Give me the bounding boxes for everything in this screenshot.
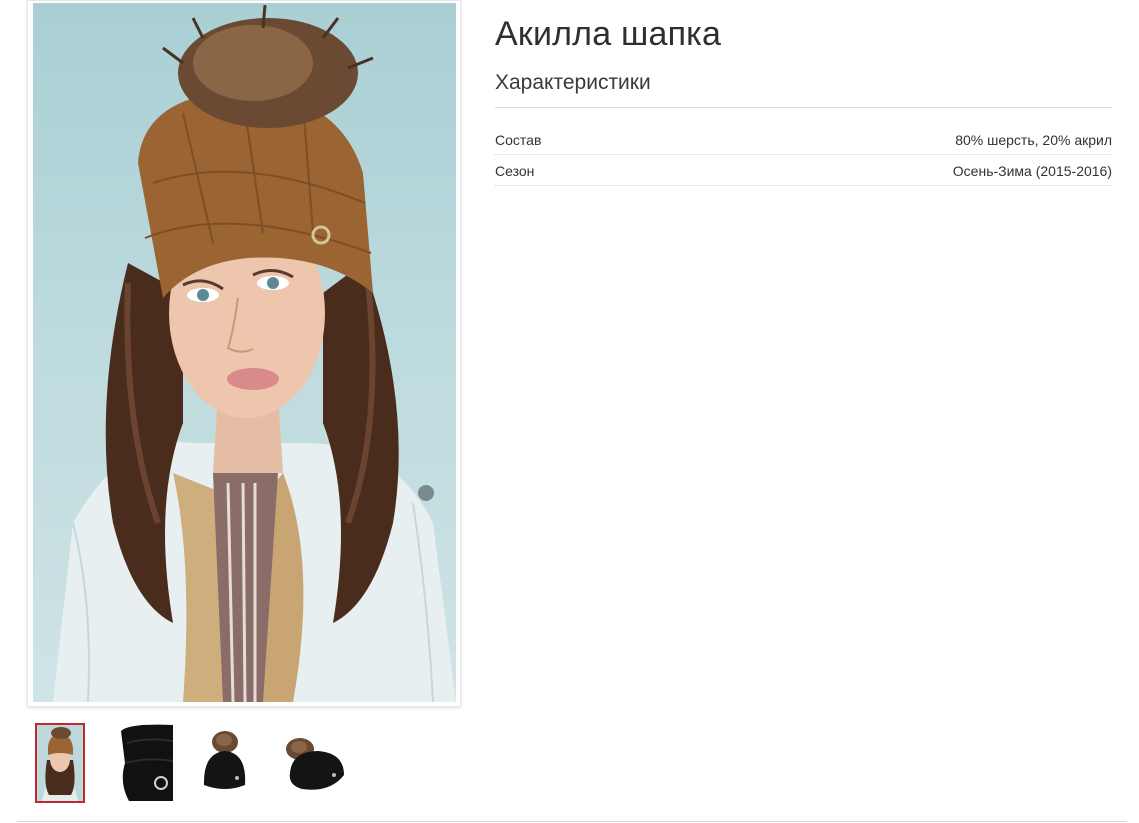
spec-value: Осень-Зима (2015-2016)	[952, 162, 1112, 179]
specs-heading: Характеристики	[495, 71, 651, 94]
spec-label: Состав	[495, 131, 542, 148]
spec-value: 80% шерсть, 20% акрил	[955, 131, 1112, 148]
product-title: Акилла шапка	[495, 15, 722, 53]
spec-label: Сезон	[495, 162, 535, 179]
thumbnail-2[interactable]	[119, 723, 173, 803]
woman-brown-hat-thumbnail-image	[37, 725, 83, 801]
black-hat-pompom-front-thumbnail-image	[199, 723, 253, 803]
thumbnail-1-active[interactable]	[35, 723, 85, 803]
thumbnail-4[interactable]	[282, 723, 348, 803]
page-divider	[17, 821, 1127, 822]
spec-row-composition: Состав 80% шерсть, 20% акрил	[495, 124, 1112, 155]
specs-table: Состав 80% шерсть, 20% акрил Сезон Осень…	[495, 124, 1112, 186]
black-hat-side-thumbnail-image	[119, 723, 173, 803]
model-photo-illustration	[53, 4, 456, 702]
black-hat-pompom-side-thumbnail-image	[282, 723, 348, 803]
main-product-image-frame	[27, 0, 461, 707]
spec-row-season: Сезон Осень-Зима (2015-2016)	[495, 155, 1112, 186]
main-product-image[interactable]	[33, 3, 456, 702]
specs-divider	[495, 107, 1112, 108]
thumbnail-3[interactable]	[199, 723, 253, 803]
thumbnail-gallery	[35, 723, 365, 805]
